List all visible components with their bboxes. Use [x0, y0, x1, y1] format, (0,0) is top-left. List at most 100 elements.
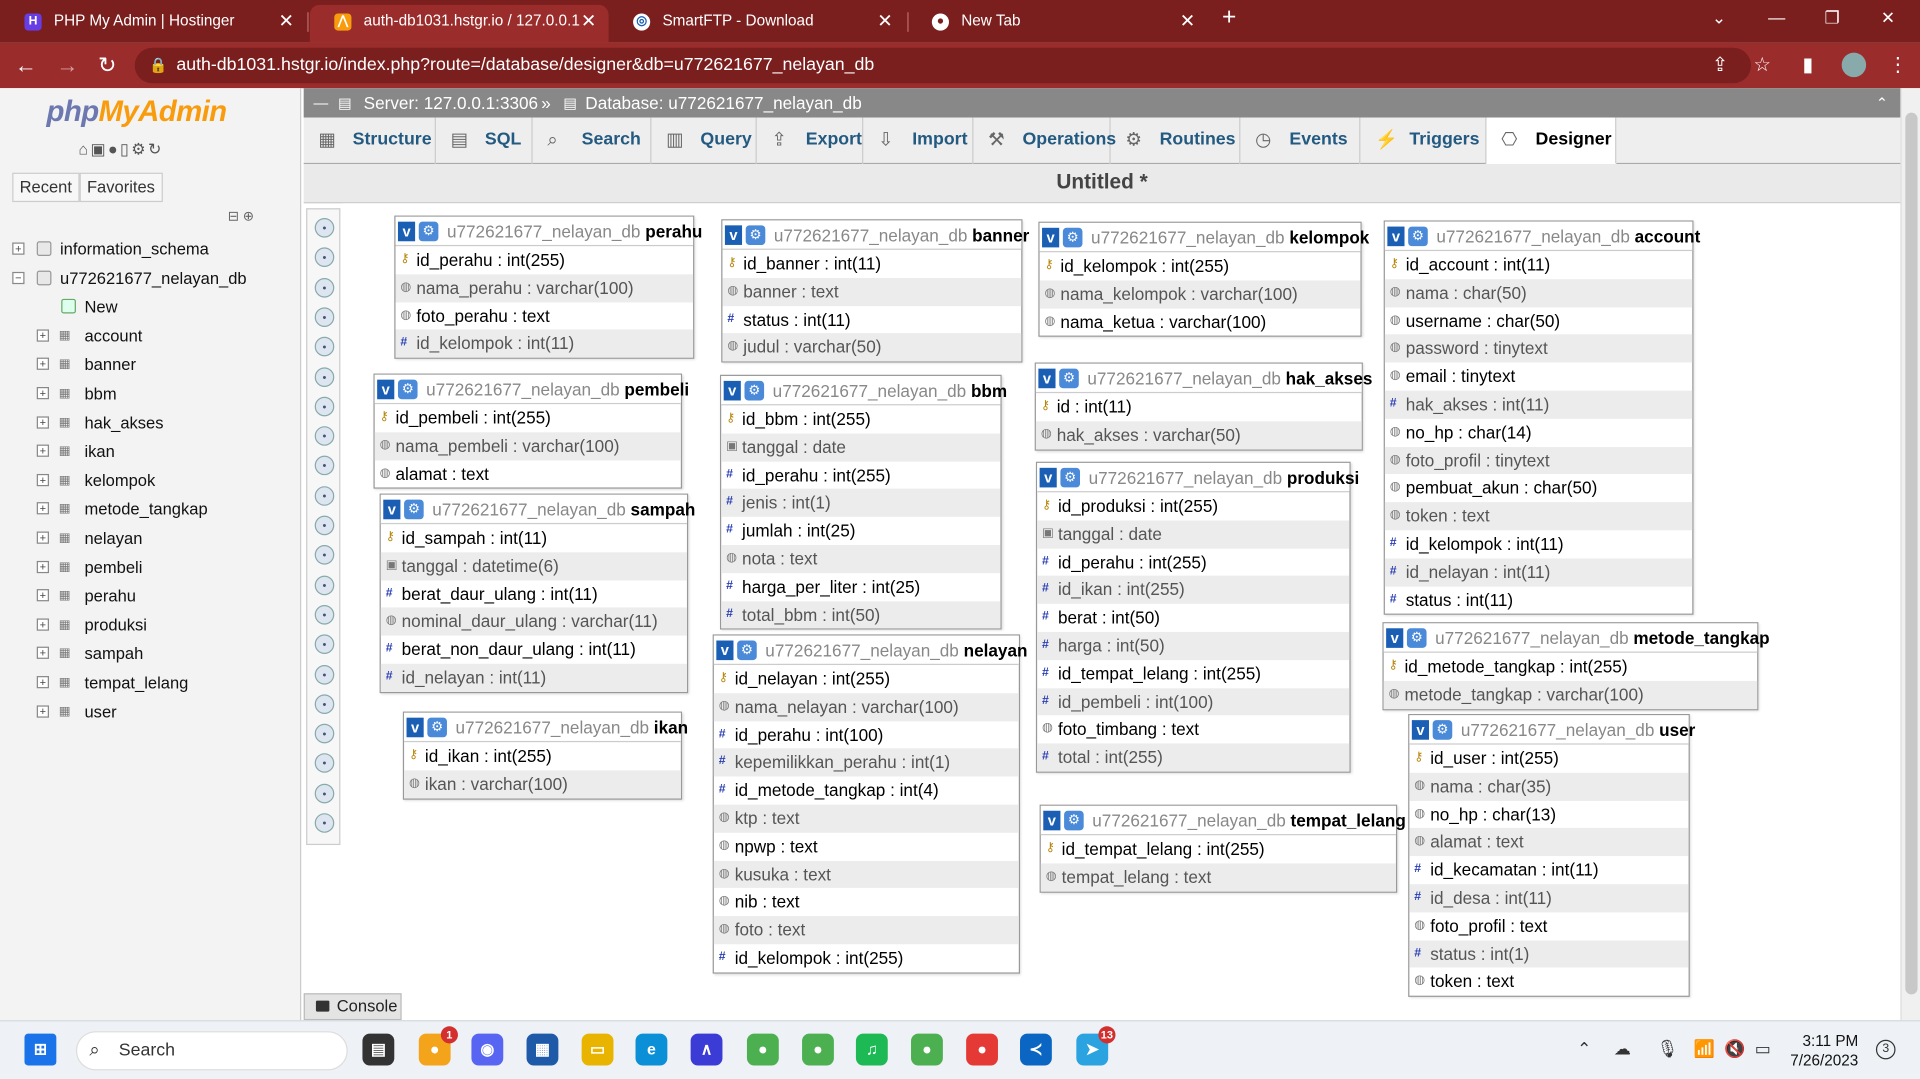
- column-row[interactable]: ⚷ id_nelayan : int(255): [714, 665, 1019, 693]
- tab-routines[interactable]: ⚙ Routines: [1111, 117, 1241, 165]
- column-row[interactable]: ◍ nama : char(50): [1384, 278, 1693, 307]
- create-relation-icon[interactable]: •: [314, 485, 335, 506]
- toggle-columns-icon[interactable]: v: [716, 640, 734, 661]
- table-options-icon[interactable]: ⚙: [744, 380, 765, 401]
- expand-icon[interactable]: +: [36, 329, 49, 342]
- table-options-icon[interactable]: ⚙: [1060, 467, 1081, 488]
- table-options-icon[interactable]: ⚙: [1406, 628, 1427, 648]
- tab-import[interactable]: ⇩ Import: [863, 117, 974, 165]
- back-icon[interactable]: ←: [15, 53, 37, 79]
- collapse-link-icons[interactable]: ⊟ ⊕: [228, 208, 254, 224]
- column-row[interactable]: # kepemilikkan_perahu : int(1): [713, 748, 1019, 777]
- table-header[interactable]: v ⚙ u772621677_nelayan_db sampah: [380, 494, 695, 525]
- new-page-icon[interactable]: •: [314, 307, 335, 327]
- expand-icon[interactable]: +: [36, 358, 49, 371]
- column-row[interactable]: ◍ foto : text: [713, 916, 1019, 945]
- column-row[interactable]: # total : int(255): [1037, 743, 1350, 772]
- refresh-icon[interactable]: ↻: [148, 140, 164, 158]
- column-row[interactable]: # id_kelompok : int(255): [714, 944, 1019, 972]
- table-header[interactable]: v ⚙ u772621677_nelayan_db kelompok: [1039, 222, 1369, 253]
- tab-operations[interactable]: ⚒ Operations: [973, 117, 1116, 165]
- choose-display-column-icon[interactable]: •: [314, 515, 335, 536]
- table-header[interactable]: v ⚙ u772621677_nelayan_db hak_akses: [1035, 363, 1372, 394]
- docs-icon[interactable]: ▯: [120, 140, 131, 158]
- collapse-icon[interactable]: −: [12, 271, 25, 284]
- table-header[interactable]: v ⚙ u772621677_nelayan_db perahu: [395, 216, 702, 247]
- tree-db-information-schema[interactable]: + information_schema: [10, 235, 299, 264]
- designer-table-tempat_lelang[interactable]: v ⚙ u772621677_nelayan_db tempat_lelang ⚷ id…: [1039, 804, 1406, 893]
- wifi-icon[interactable]: 📶: [1693, 1039, 1714, 1060]
- column-row[interactable]: # id_kelompok : int(11): [395, 329, 694, 358]
- tree-table-sampah[interactable]: + ▦ sampah: [10, 640, 299, 669]
- tab-search[interactable]: ⌕ Search: [533, 117, 652, 165]
- table-header[interactable]: v ⚙ u772621677_nelayan_db produksi: [1037, 462, 1359, 493]
- chrome-active-icon[interactable]: ●: [911, 1033, 943, 1066]
- tray-chevron-icon[interactable]: ⌃: [1577, 1039, 1591, 1060]
- designer-table-hak_akses[interactable]: v ⚙ u772621677_nelayan_db hak_akses ⚷ id : i…: [1034, 362, 1372, 451]
- forward-icon[interactable]: →: [56, 53, 78, 79]
- toggle-fullscreen-icon[interactable]: •: [314, 247, 335, 268]
- toggle-columns-icon[interactable]: v: [377, 379, 395, 400]
- tree-table-banner[interactable]: + ▦ banner: [10, 351, 299, 380]
- toggle-columns-icon[interactable]: v: [406, 717, 424, 738]
- file-explorer-icon[interactable]: ▭: [581, 1033, 614, 1066]
- toggle-relation-lines-icon[interactable]: •: [314, 723, 335, 744]
- reload-icon[interactable]: •: [314, 545, 335, 565]
- table-header[interactable]: v ⚙ u772621677_nelayan_db pembeli: [374, 374, 689, 405]
- spotify-icon[interactable]: ♫: [855, 1033, 888, 1066]
- tree-table-tempat_lelang[interactable]: + ▦ tempat_lelang: [10, 669, 299, 698]
- tab-query[interactable]: ▥ Query: [651, 117, 757, 165]
- column-row[interactable]: ◍ nama_perahu : varchar(100): [395, 274, 694, 303]
- table-header[interactable]: v ⚙ u772621677_nelayan_db tempat_lelang: [1040, 805, 1406, 836]
- exit-icon[interactable]: ▣: [90, 140, 108, 158]
- snap-to-grid-icon[interactable]: •: [314, 634, 335, 655]
- toggle-columns-icon[interactable]: v: [1038, 368, 1056, 389]
- tab-phpmyadmin-hostinger[interactable]: H PHP My Admin | Hostinger ✕: [0, 5, 306, 43]
- toggle-small-big-icon[interactable]: •: [314, 694, 335, 714]
- column-row[interactable]: # id_perahu : int(100): [714, 721, 1019, 749]
- table-header[interactable]: v ⚙ u772621677_nelayan_db banner: [722, 220, 1029, 250]
- close-tab-icon[interactable]: ✕: [1180, 5, 1195, 38]
- column-row[interactable]: ◍ hak_akses : varchar(50): [1035, 421, 1362, 449]
- volume-muted-icon[interactable]: 🔇: [1724, 1039, 1745, 1060]
- column-row[interactable]: ◍ nota : text: [721, 544, 1001, 573]
- settings-gear-icon[interactable]: ⚙: [131, 140, 148, 158]
- column-row[interactable]: ▣ tanggal : date: [1037, 520, 1350, 549]
- column-row[interactable]: ⚷ id_kelompok : int(255): [1040, 252, 1361, 280]
- breadcrumb-server[interactable]: Server: 127.0.0.1:3306: [364, 88, 538, 117]
- tab-recent[interactable]: Recent: [12, 172, 80, 203]
- app-icon[interactable]: ∧: [690, 1033, 723, 1066]
- designer-page-title[interactable]: Untitled *: [303, 164, 1901, 204]
- expand-icon[interactable]: +: [36, 675, 49, 689]
- column-row[interactable]: # total_bbm : int(50): [721, 600, 1001, 629]
- windows-start-icon[interactable]: ⊞: [24, 1033, 57, 1066]
- column-row[interactable]: ⚷ id_account : int(11): [1385, 251, 1692, 279]
- column-row[interactable]: # status : int(1): [1409, 940, 1689, 968]
- column-row[interactable]: ◍ no_hp : char(13): [1409, 800, 1688, 828]
- expand-icon[interactable]: +: [36, 415, 49, 429]
- expand-icon[interactable]: +: [36, 704, 49, 718]
- tab-favorites[interactable]: Favorites: [79, 172, 163, 203]
- tab-search-chevron-icon[interactable]: ⌄: [1712, 7, 1726, 28]
- minimize-icon[interactable]: —: [1768, 7, 1785, 27]
- notification-count[interactable]: 3: [1875, 1039, 1896, 1060]
- new-tab-button[interactable]: +: [1222, 4, 1236, 32]
- column-row[interactable]: # berat : int(50): [1037, 604, 1349, 632]
- column-row[interactable]: ⚷ id_bbm : int(255): [721, 405, 1000, 433]
- table-options-icon[interactable]: ⚙: [1062, 227, 1083, 248]
- expand-icon[interactable]: +: [36, 647, 49, 660]
- column-row[interactable]: ▣ tanggal : datetime(6): [380, 552, 687, 581]
- table-options-icon[interactable]: ⚙: [1432, 720, 1453, 740]
- column-row[interactable]: ◍ tempat_lelang : text: [1040, 863, 1396, 892]
- expand-icon[interactable]: +: [36, 386, 49, 400]
- column-row[interactable]: # berat_non_daur_ulang : int(11): [381, 636, 687, 664]
- column-row[interactable]: # id_perahu : int(255): [1037, 548, 1349, 576]
- discord-icon[interactable]: ◉: [471, 1033, 504, 1066]
- tab-new-tab[interactable]: ● New Tab ✕: [907, 5, 1207, 43]
- console-button[interactable]: Console: [303, 993, 402, 1021]
- help-icon[interactable]: •: [314, 575, 335, 595]
- tab-triggers[interactable]: ⚡ Triggers: [1360, 117, 1487, 165]
- bookmark-star-icon[interactable]: ☆: [1753, 53, 1771, 77]
- designer-table-perahu[interactable]: v ⚙ u772621677_nelayan_db perahu ⚷ id_perahu…: [394, 215, 702, 360]
- microphone-icon[interactable]: 🎙: [1657, 1039, 1679, 1060]
